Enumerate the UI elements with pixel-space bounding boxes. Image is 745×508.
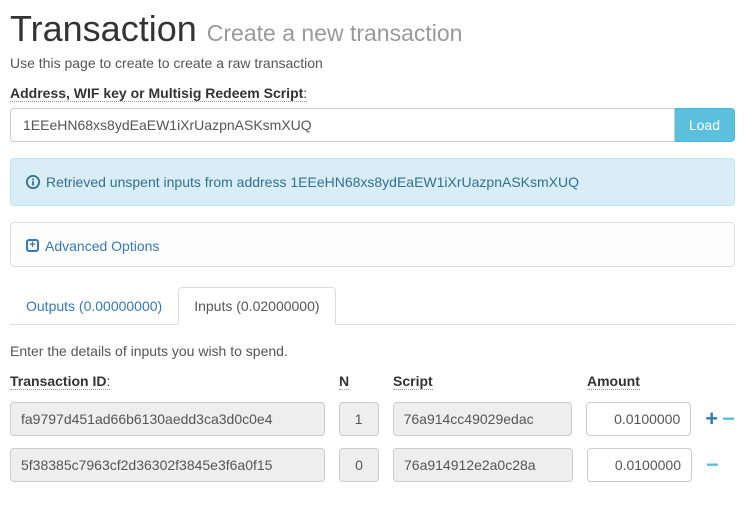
alert-info: Retrieved unspent inputs from address 1E… bbox=[10, 158, 735, 206]
inputs-hint: Enter the details of inputs you wish to … bbox=[10, 343, 735, 359]
header-amount: Amount bbox=[587, 373, 640, 390]
header-n: N bbox=[339, 373, 349, 390]
address-label: Address, WIF key or Multisig Redeem Scri… bbox=[10, 85, 307, 102]
remove-row-icon[interactable]: − bbox=[706, 454, 719, 476]
n-input[interactable] bbox=[339, 448, 379, 482]
script-input[interactable] bbox=[393, 448, 573, 482]
info-icon bbox=[26, 175, 40, 189]
tab-inputs[interactable]: Inputs (0.02000000) bbox=[178, 287, 335, 325]
txid-input[interactable] bbox=[10, 402, 325, 436]
advanced-label: Advanced Options bbox=[45, 238, 159, 254]
tab-outputs[interactable]: Outputs (0.00000000) bbox=[10, 287, 178, 325]
amount-input[interactable] bbox=[586, 402, 691, 436]
header-txid: Transaction ID bbox=[10, 373, 110, 390]
page-lead: Use this page to create to create a raw … bbox=[10, 55, 735, 71]
script-input[interactable] bbox=[393, 402, 573, 436]
title-subtitle: Create a new transaction bbox=[207, 20, 463, 46]
add-row-icon[interactable]: + bbox=[705, 408, 718, 430]
load-button[interactable]: Load bbox=[675, 108, 735, 142]
address-input[interactable] bbox=[10, 108, 675, 142]
input-row: − bbox=[10, 448, 735, 482]
header-script: Script bbox=[393, 373, 433, 390]
input-row: + − bbox=[10, 402, 735, 436]
page-title: Transaction Create a new transaction bbox=[10, 8, 735, 50]
amount-input[interactable] bbox=[587, 448, 692, 482]
tabs: Outputs (0.00000000) Inputs (0.02000000) bbox=[10, 287, 735, 325]
title-main: Transaction bbox=[10, 8, 197, 49]
inputs-header-row: Transaction ID N Script Amount bbox=[10, 373, 735, 390]
alert-text: Retrieved unspent inputs from address 1E… bbox=[46, 174, 579, 190]
advanced-toggle[interactable]: + Advanced Options bbox=[26, 238, 159, 254]
remove-row-icon[interactable]: − bbox=[722, 408, 735, 430]
n-input[interactable] bbox=[339, 402, 379, 436]
expand-icon: + bbox=[26, 239, 39, 252]
advanced-panel: + Advanced Options bbox=[10, 222, 735, 267]
txid-input[interactable] bbox=[10, 448, 325, 482]
